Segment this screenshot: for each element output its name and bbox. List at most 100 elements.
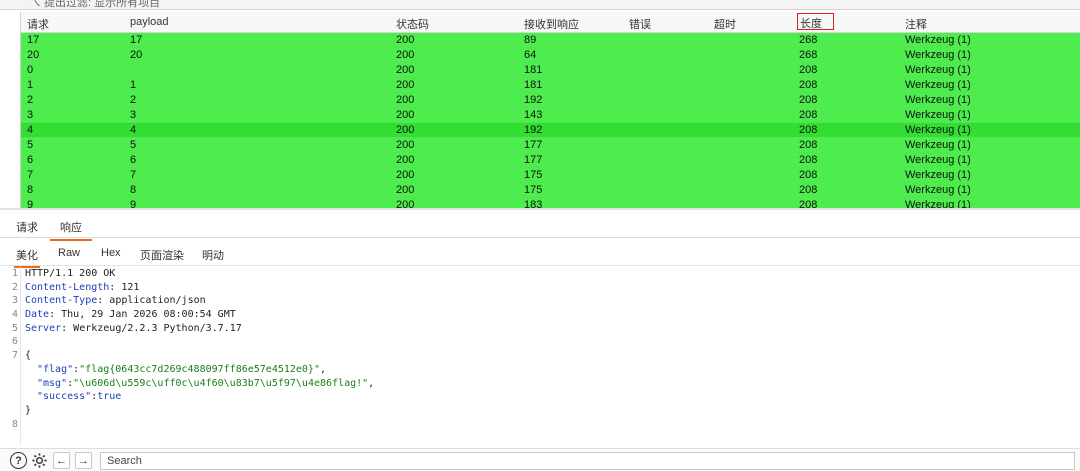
search-input[interactable]: Search	[100, 452, 1075, 470]
header-key: Server	[25, 322, 62, 334]
table-row[interactable]: 5 5 200 177 208 Werkzeug (1)	[21, 138, 1080, 153]
results-table: 请求 payload 状态码 接收到响应 错误 超时 长度⌄ 注释 171720…	[20, 12, 1080, 208]
cell-status: 200	[396, 64, 415, 76]
cell-comment: Werkzeug (1)	[905, 49, 971, 61]
pane-divider[interactable]	[0, 208, 1080, 210]
cell-received: 143	[524, 109, 543, 121]
col-header-length-sorted[interactable]: 长度⌄	[797, 13, 834, 45]
cell-length: 208	[799, 109, 818, 121]
line-number: 8	[11, 418, 18, 430]
cell-comment: Werkzeug (1)	[905, 79, 971, 91]
cell-received: 89	[524, 34, 537, 46]
cell-received: 177	[524, 154, 543, 166]
col-header-received[interactable]: 接收到响应	[524, 16, 579, 32]
json-value-msg: "\u606d\u559c\uff0c\u4f60\u83b7\u5f97\u4…	[73, 377, 369, 389]
filter-bar-text: ㄟ 提出过滤: 显示所有项目	[30, 0, 161, 9]
tab-response[interactable]: 响应	[50, 219, 92, 241]
filter-bar[interactable]: ㄟ 提出过滤: 显示所有项目	[0, 0, 1080, 10]
cell-received: 175	[524, 184, 543, 196]
tab-hex[interactable]: Hex	[101, 247, 121, 259]
table-row[interactable]: 3 3 200 143 208 Werkzeug (1)	[21, 108, 1080, 123]
cell-payload: 8	[130, 184, 137, 196]
header-value: application/json	[103, 295, 206, 307]
table-row[interactable]: 4 4 200 192 208 Werkzeug (1)	[21, 123, 1080, 138]
json-key-msg: "msg"	[37, 377, 68, 389]
cell-status: 200	[396, 124, 415, 136]
cell-request: 17	[27, 34, 40, 46]
cell-payload: 20	[130, 49, 143, 61]
line-number: 1	[11, 268, 18, 279]
col-header-error[interactable]: 错误	[629, 16, 651, 32]
tab-pretty[interactable]: 美化	[14, 247, 40, 268]
cell-length: 208	[799, 154, 818, 166]
code-line: "msg":"\u606d\u559c\uff0c\u4f60\u83b7\u5…	[37, 377, 375, 389]
view-tabs: 美化 Raw Hex 页面渲染 明动	[0, 242, 1080, 268]
json-value-success: true	[97, 391, 122, 403]
cell-request: 1	[27, 79, 34, 91]
cell-payload: 4	[130, 124, 137, 136]
cell-payload: 6	[130, 154, 137, 166]
cell-received: 64	[524, 49, 537, 61]
table-row[interactable]: 9 9 200 183 208 Werkzeug (1)	[21, 198, 1080, 208]
col-header-payload[interactable]: payload	[130, 16, 169, 28]
col-header-comment[interactable]: 注释	[905, 16, 927, 32]
help-icon[interactable]: ?	[10, 452, 27, 469]
json-key-flag: "flag"	[37, 363, 74, 375]
cell-length: 208	[799, 64, 818, 76]
cell-status: 200	[396, 34, 415, 46]
cell-length: 208	[799, 79, 818, 91]
arrow-left-icon[interactable]: ←	[53, 452, 70, 469]
table-header: 请求 payload 状态码 接收到响应 错误 超时 长度⌄ 注释	[21, 12, 1080, 45]
cell-payload: 5	[130, 139, 137, 151]
cell-length: 208	[799, 184, 818, 196]
arrow-right-icon[interactable]: →	[75, 452, 92, 469]
line-number: 5	[11, 322, 18, 334]
cell-payload: 3	[130, 109, 137, 121]
header-key: Content-Type	[25, 295, 98, 307]
message-tabs: 请求 响应	[0, 214, 1080, 241]
col-header-request[interactable]: 请求	[27, 16, 49, 32]
cell-received: 181	[524, 64, 543, 76]
line-number: 7	[11, 350, 18, 362]
cell-payload: 17	[130, 34, 143, 46]
response-editor[interactable]: 1 HTTP/1.1 200 OK 2 Content-Length: 121 3C…	[0, 267, 1080, 445]
col-header-timeout[interactable]: 超时	[714, 16, 736, 32]
cell-comment: Werkzeug (1)	[905, 34, 971, 46]
tab-render[interactable]: 页面渲染	[140, 247, 184, 263]
tab-raw[interactable]: Raw	[58, 247, 80, 259]
table-row[interactable]: 8 8 200 175 208 Werkzeug (1)	[21, 183, 1080, 198]
cell-payload: 7	[130, 169, 137, 181]
cell-length: 268	[799, 34, 818, 46]
cell-request: 5	[27, 139, 34, 151]
cell-status: 200	[396, 184, 415, 196]
cell-length: 208	[799, 94, 818, 106]
cell-comment: Werkzeug (1)	[905, 124, 971, 136]
cell-comment: Werkzeug (1)	[905, 184, 971, 196]
cell-status: 200	[396, 94, 415, 106]
table-row[interactable]: 7 7 200 175 208 Werkzeug (1)	[21, 168, 1080, 183]
bottom-toolbar: ? ← → Search	[0, 448, 1080, 471]
code-line: "flag":"flag{0643cc7d269c488097ff86e57e4…	[37, 363, 327, 375]
table-row[interactable]: 17 17 200 89 268 Werkzeug (1)	[21, 33, 1080, 48]
cell-status: 200	[396, 139, 415, 151]
cell-payload: 2	[130, 94, 137, 106]
cell-request: 7	[27, 169, 34, 181]
line-number: 6	[11, 336, 18, 348]
cell-request: 20	[27, 49, 40, 61]
col-header-length: 长度	[800, 18, 822, 30]
table-row[interactable]: 20 20 200 64 268 Werkzeug (1)	[21, 48, 1080, 63]
gear-icon[interactable]	[31, 452, 48, 469]
tab-request[interactable]: 请求	[16, 219, 38, 235]
cell-received: 177	[524, 139, 543, 151]
tab-explain[interactable]: 明动	[202, 247, 224, 263]
table-row[interactable]: 2 2 200 192 208 Werkzeug (1)	[21, 93, 1080, 108]
header-value: 121	[115, 281, 140, 293]
code-line: 2 Content-Length: 121	[0, 281, 1080, 295]
table-row[interactable]: 0 200 181 208 Werkzeug (1)	[21, 63, 1080, 78]
table-row[interactable]: 1 1 200 181 208 Werkzeug (1)	[21, 78, 1080, 93]
table-row[interactable]: 6 6 200 177 208 Werkzeug (1)	[21, 153, 1080, 168]
cell-length: 268	[799, 49, 818, 61]
cell-request: 9	[27, 199, 34, 208]
header-key: Content-Length	[25, 281, 110, 293]
col-header-status[interactable]: 状态码	[396, 16, 429, 32]
